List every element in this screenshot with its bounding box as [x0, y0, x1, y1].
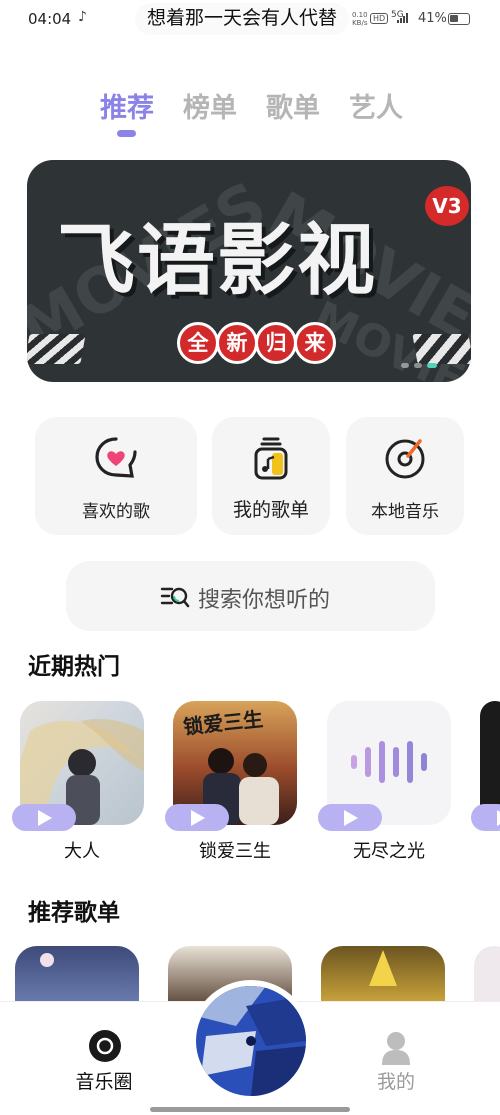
slogan-char: 归	[255, 322, 297, 364]
banner-version-badge: V3	[425, 186, 469, 226]
play-button[interactable]	[12, 804, 76, 831]
slogan-char: 全	[177, 322, 219, 364]
my-playlists-label: 我的歌单	[232, 499, 309, 521]
playlists-section-title: 推荐歌单	[28, 900, 120, 926]
now-playing-disc[interactable]	[196, 986, 306, 1096]
signal-icon	[397, 13, 411, 23]
nav-mine-label: 我的	[376, 1071, 415, 1093]
heart-chat-icon	[95, 437, 137, 478]
play-button[interactable]	[318, 804, 382, 831]
home-indicator[interactable]	[150, 1107, 350, 1112]
cover-art	[40, 953, 54, 967]
hot-section-title: 近期热门	[28, 654, 120, 680]
search-list-icon	[160, 587, 190, 608]
vinyl-record-icon	[385, 439, 425, 479]
play-button[interactable]	[471, 804, 500, 831]
play-button[interactable]	[165, 804, 229, 831]
local-music-card[interactable]: 本地音乐	[346, 417, 464, 535]
tab-recommend[interactable]: 推荐	[100, 86, 154, 125]
top-tabs: 推荐 榜单 歌单 艺人	[100, 86, 403, 125]
battery-icon	[448, 13, 470, 25]
playlist-cover-4[interactable]	[474, 946, 500, 1006]
clapperboard-icon	[27, 334, 86, 364]
banner-title: 飞语影视	[57, 216, 378, 306]
hot-title-2: 锁爱三生	[199, 841, 271, 862]
music-jar-icon	[254, 437, 288, 480]
hot-title-3: 无尽之光	[353, 841, 425, 862]
tab-indicator	[117, 130, 136, 137]
tab-artists[interactable]: 艺人	[349, 86, 403, 125]
my-playlists-card[interactable]: 我的歌单	[212, 417, 330, 535]
favorite-songs-label: 喜欢的歌	[82, 502, 150, 522]
cover-art	[369, 950, 397, 986]
nav-mine[interactable]: 我的	[336, 1002, 456, 1102]
nav-music-circle[interactable]: 音乐圈	[44, 1002, 164, 1102]
tiktok-notification-icon: ♪	[78, 9, 87, 25]
slogan-char: 新	[216, 322, 258, 364]
floating-lyric[interactable]: 想着那一天会有人代替	[135, 3, 350, 35]
status-time: 04:04	[28, 10, 72, 28]
clapperboard-icon	[412, 334, 471, 364]
slogan-char: 来	[294, 322, 336, 364]
playlist-cover-3[interactable]	[321, 946, 445, 1006]
search-placeholder: 搜索你想听的	[198, 588, 331, 613]
nav-music-circle-label: 音乐圈	[75, 1071, 133, 1093]
album-art	[196, 986, 306, 1096]
tab-playlists[interactable]: 歌单	[266, 86, 320, 125]
hot-title-1: 大人	[64, 841, 100, 862]
search-bar[interactable]: 搜索你想听的	[66, 561, 435, 631]
disc-icon	[89, 1030, 121, 1062]
playlist-cover-1[interactable]	[15, 946, 139, 1006]
status-bar: 04:04 ♪ 想着那一天会有人代替 0.10 KB/s HD 5G 41%	[0, 0, 500, 38]
network-speed: 0.10 KB/s	[352, 11, 368, 27]
promo-banner[interactable]: MOVIES MOVIES MOVIES 飞语影视 V3 全 新 归 来	[27, 160, 471, 382]
banner-page-indicator	[401, 363, 437, 368]
user-icon	[382, 1032, 410, 1065]
hd-voice-icon: HD	[370, 13, 389, 24]
favorite-songs-card[interactable]: 喜欢的歌	[35, 417, 197, 535]
battery-percent: 41%	[418, 11, 447, 26]
tab-charts[interactable]: 榜单	[183, 86, 237, 125]
local-music-label: 本地音乐	[371, 502, 439, 522]
